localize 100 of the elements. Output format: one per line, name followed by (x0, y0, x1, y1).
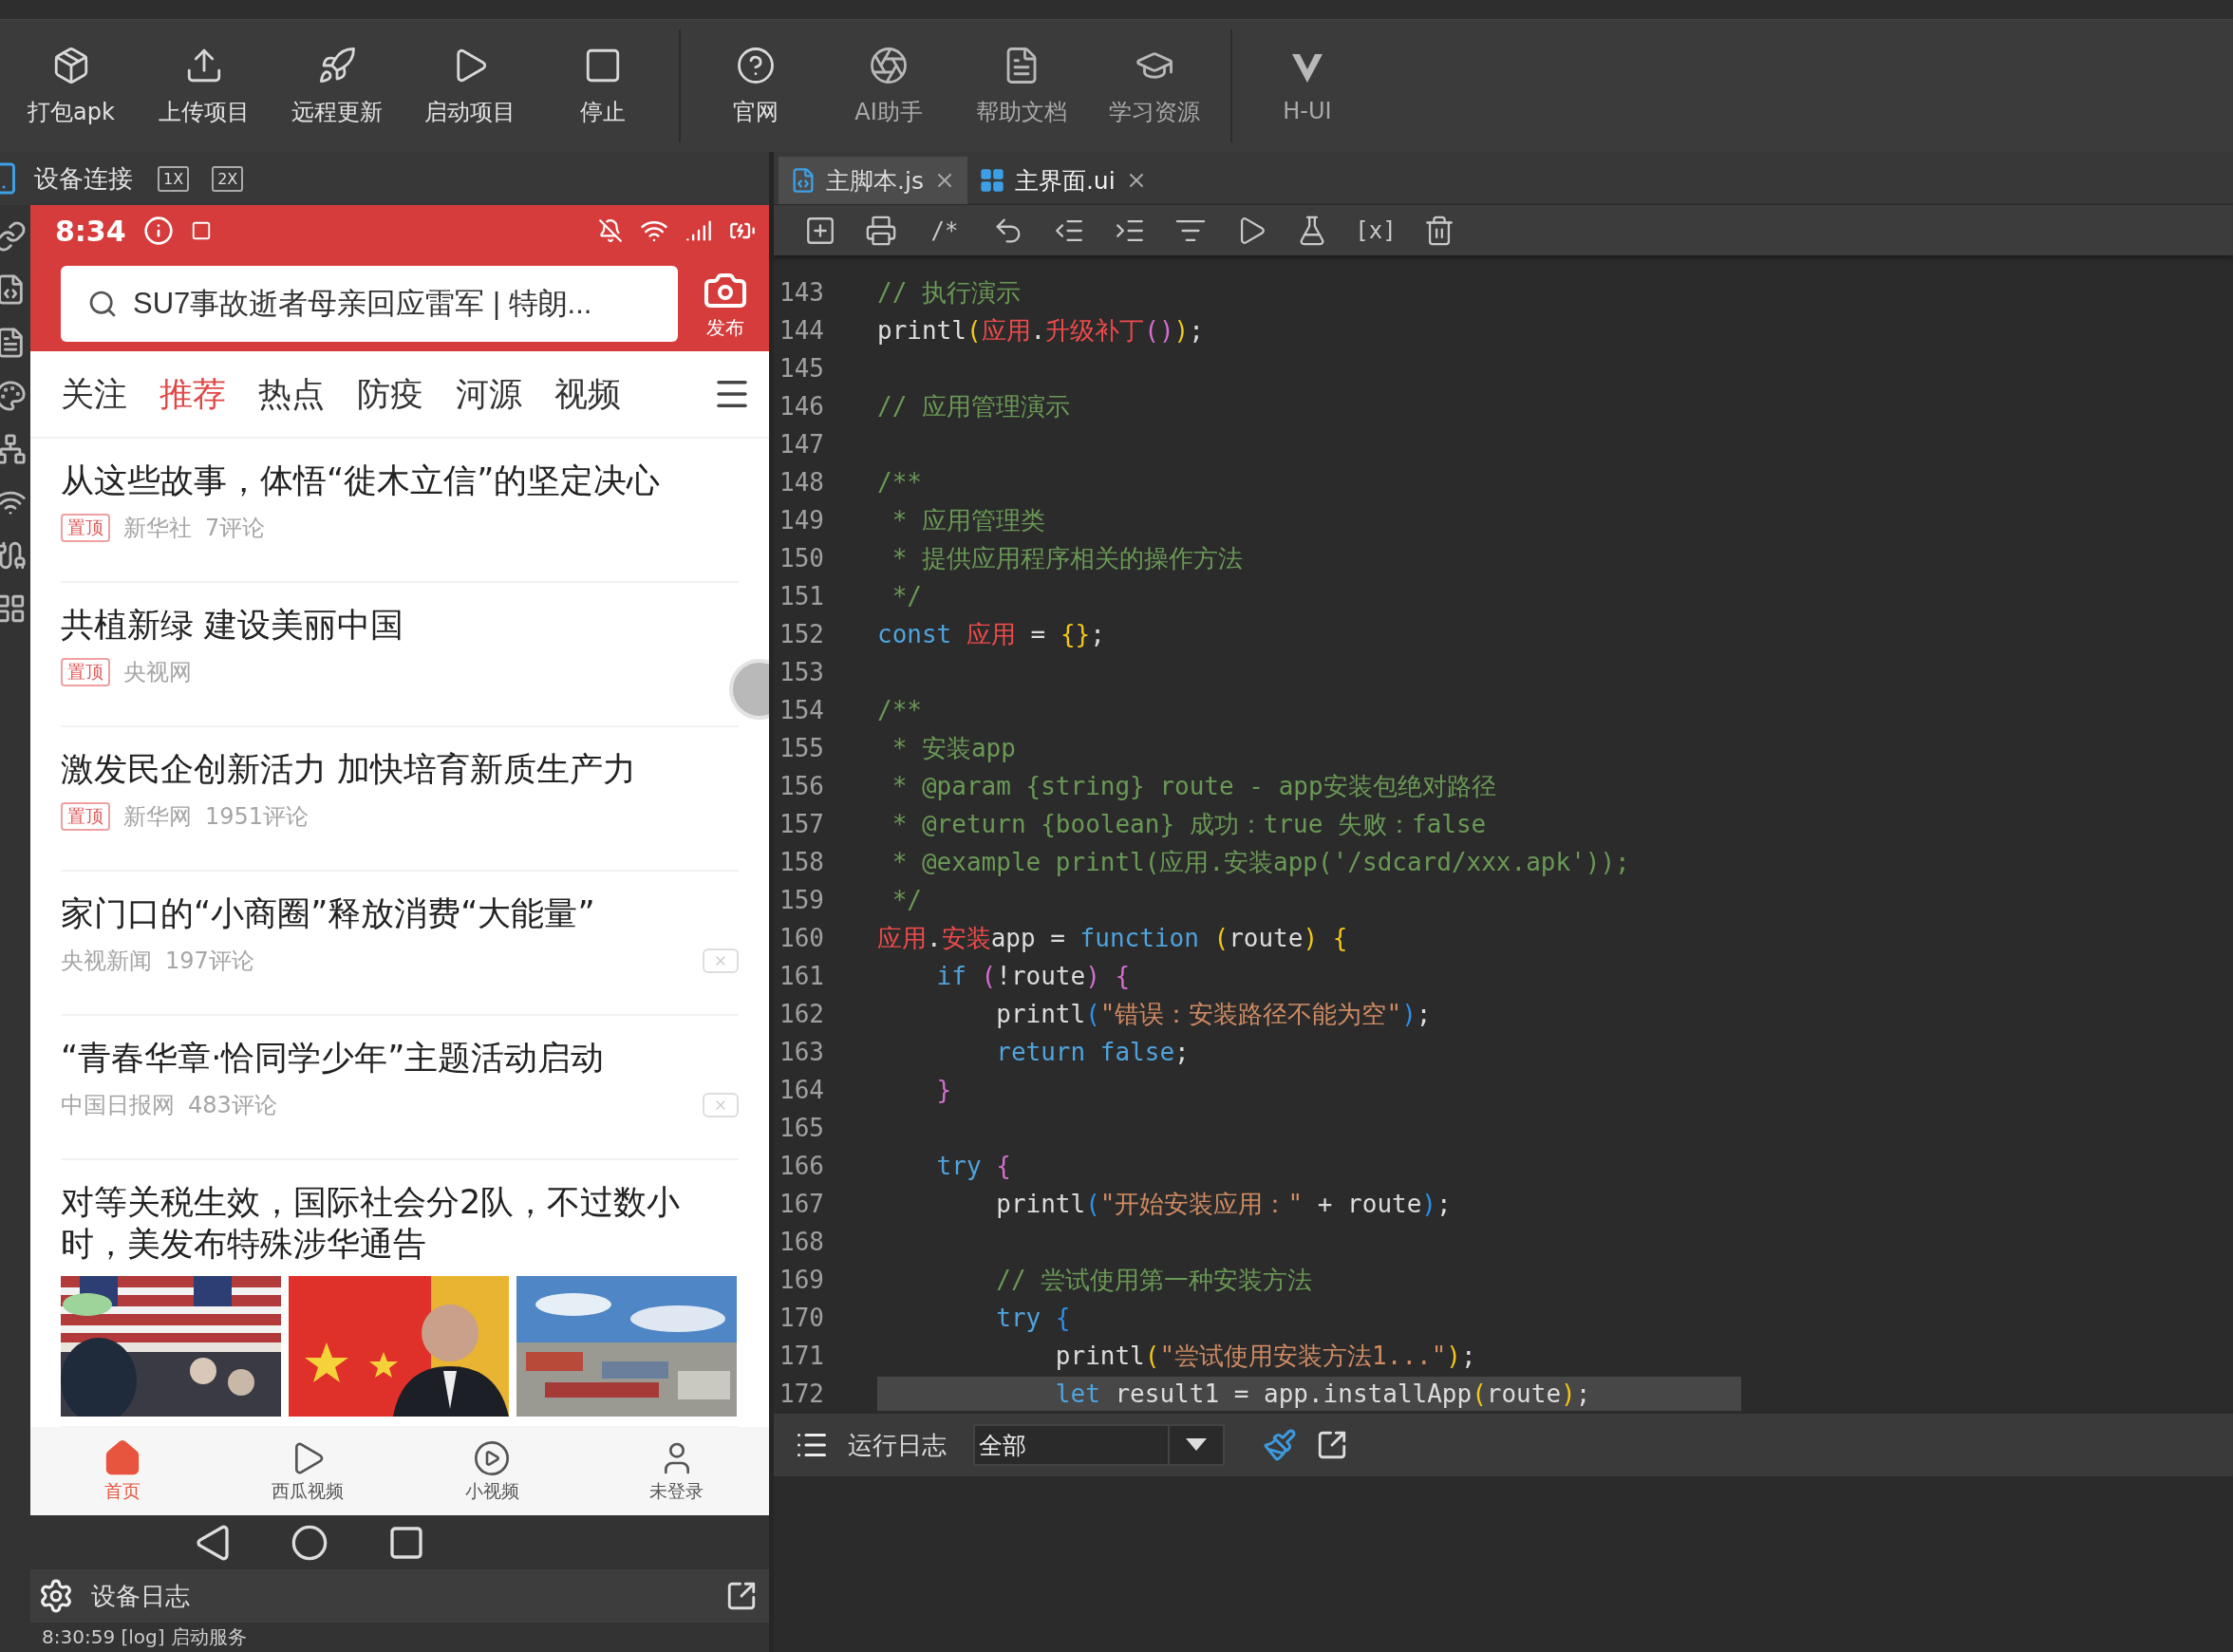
line-number: 152 (779, 620, 825, 648)
line-number: 170 (779, 1304, 825, 1332)
tree-icon[interactable] (0, 433, 27, 465)
line-number: 172 (779, 1380, 825, 1408)
line-number: 159 (779, 886, 825, 914)
brush-icon[interactable] (1263, 1428, 1297, 1462)
toolbar-button[interactable]: /* (926, 211, 964, 250)
code-line: return false; (995, 1037, 1190, 1068)
line-number: 157 (779, 810, 825, 838)
news-title[interactable]: 家门口的“小商圈”释放消费“大能量” (61, 892, 739, 934)
file-tab[interactable]: 主脚本.js (779, 157, 967, 204)
category-tab[interactable]: 推荐 (160, 371, 226, 417)
grid-icon (978, 167, 1005, 194)
code-line: // 尝试使用第一种安装方法 (995, 1265, 1313, 1296)
toolbar-button[interactable]: [x] (1357, 211, 1395, 250)
trash-icon[interactable] (1423, 214, 1455, 247)
category-tab[interactable]: 河源 (456, 371, 522, 417)
toolbar-button[interactable]: 上传项目 (138, 20, 271, 152)
search-bar[interactable]: SU7事故逝者母亲回应雷军 | 特朗... (61, 266, 678, 342)
file-tab-label: 主脚本.js (826, 165, 924, 197)
rocket-icon (317, 45, 357, 85)
news-source: 新华网 (123, 802, 192, 832)
zoom-button[interactable]: 2X (212, 165, 244, 192)
news-title[interactable]: “青春华章·恰同学少年”主题活动启动 (61, 1037, 739, 1079)
search-field[interactable]: SU7事故逝者母亲回应雷军 | 特朗... (131, 286, 678, 322)
code-line: printl("尝试使用安装方法1..."); (1054, 1341, 1476, 1372)
grid-icon[interactable] (0, 592, 27, 625)
line-number: 145 (779, 354, 825, 383)
toolbar-button[interactable]: 远程更新 (271, 20, 403, 152)
status-time: 8:34 (55, 214, 126, 248)
code-line: */ (891, 885, 922, 916)
code-line: // 执行演示 (877, 277, 1021, 309)
nav-tab[interactable]: 未登录 (584, 1427, 769, 1515)
comment-count: 7评论 (205, 514, 266, 543)
toolbar-button[interactable]: 打包apk (5, 20, 138, 152)
toolbar-button[interactable]: 停止 (536, 20, 669, 152)
code-line: try { (935, 1151, 1011, 1182)
zoom-button[interactable]: 1X (158, 165, 190, 192)
toolbar-button[interactable]: 官网 (689, 20, 822, 152)
line-number: 161 (779, 962, 825, 990)
nav-tab[interactable]: 小视频 (400, 1427, 585, 1515)
news-title[interactable]: 共植新绿 建设美丽中国 (61, 604, 739, 646)
line-number: 151 (779, 582, 825, 610)
code-line: * 应用管理类 (891, 505, 1045, 536)
search-icon (87, 289, 118, 319)
line-number: 150 (779, 544, 825, 573)
line-number: 164 (779, 1076, 825, 1104)
publish-button[interactable]: 发布 (703, 267, 748, 341)
news-title[interactable]: 从这些故事，体悟“徙木立信”的坚定决心 (61, 460, 739, 501)
pinned-tag: 置顶 (61, 802, 110, 831)
caret-icon (1186, 1438, 1207, 1452)
category-tab[interactable]: 防疫 (357, 371, 423, 417)
category-tab[interactable]: 关注 (61, 371, 127, 417)
line-number: 154 (779, 696, 825, 724)
category-tab[interactable]: 热点 (258, 371, 325, 417)
panel-title: 设备连接 (34, 162, 133, 195)
help-icon (736, 45, 776, 85)
news-source: 央视新闻 (61, 947, 152, 976)
line-number: 160 (779, 924, 825, 952)
print-icon[interactable] (865, 214, 897, 247)
line-number: 153 (779, 658, 825, 686)
home-circle-icon[interactable] (291, 1523, 328, 1562)
toolbar-button[interactable]: 启动项目 (403, 20, 536, 152)
line-number: 158 (779, 848, 825, 876)
pinned-tag: 置顶 (61, 658, 110, 686)
panel-title: 设备日志 (91, 1580, 190, 1612)
code-line: } (935, 1075, 952, 1106)
line-number: 156 (779, 772, 825, 800)
news-title[interactable]: 对等关税生效，国际社会分2队，不过数小时，美发布特殊涉华通告 (61, 1181, 739, 1265)
log-settings-icon (38, 1578, 74, 1615)
line-number: 146 (779, 392, 825, 421)
news-title[interactable]: 激发民企创新活力 加快培育新质生产力 (61, 748, 739, 790)
code-line: 应用.安装app = function (route) { (877, 923, 1348, 954)
code-line: * @param {string} route - app安装包绝对路径 (891, 771, 1496, 802)
play-circle-icon (473, 1438, 512, 1477)
line-number: 143 (779, 278, 825, 307)
line-number: 169 (779, 1266, 825, 1294)
filter-dropdown[interactable]: 全部 (973, 1424, 1225, 1466)
code-line: * @example printl(应用.安装app('/sdcard/xxx.apk')); (891, 847, 1630, 878)
palette-icon[interactable] (0, 380, 27, 412)
line-number: 149 (779, 506, 825, 535)
code-line: printl("错误：安装路径不能为空"); (995, 999, 1432, 1030)
line-number: 163 (779, 1038, 825, 1066)
export-icon[interactable] (1316, 1429, 1348, 1461)
code-line: * @return {boolean} 成功：true 失败：false (891, 809, 1487, 840)
link-icon[interactable] (0, 220, 27, 253)
code-line: printl("开始安装应用：" + route); (995, 1189, 1452, 1220)
panel-title: 运行日志 (848, 1429, 947, 1461)
code-line: printl(应用.升级补丁()); (877, 315, 1204, 347)
category-tab[interactable]: 视频 (554, 371, 621, 417)
bell-off-icon (598, 218, 623, 243)
back-icon[interactable] (194, 1523, 232, 1562)
file-tab[interactable]: 主界面.ui (966, 157, 1159, 204)
line-number: 144 (779, 316, 825, 345)
nav-tab[interactable]: 西瓜视频 (215, 1427, 400, 1515)
code-line: try { (995, 1303, 1071, 1334)
aperture-icon (869, 45, 909, 85)
code-line: * 安装app (891, 733, 1016, 764)
file-tab-label: 主界面.ui (1014, 165, 1116, 197)
cable-icon[interactable] (0, 539, 27, 572)
